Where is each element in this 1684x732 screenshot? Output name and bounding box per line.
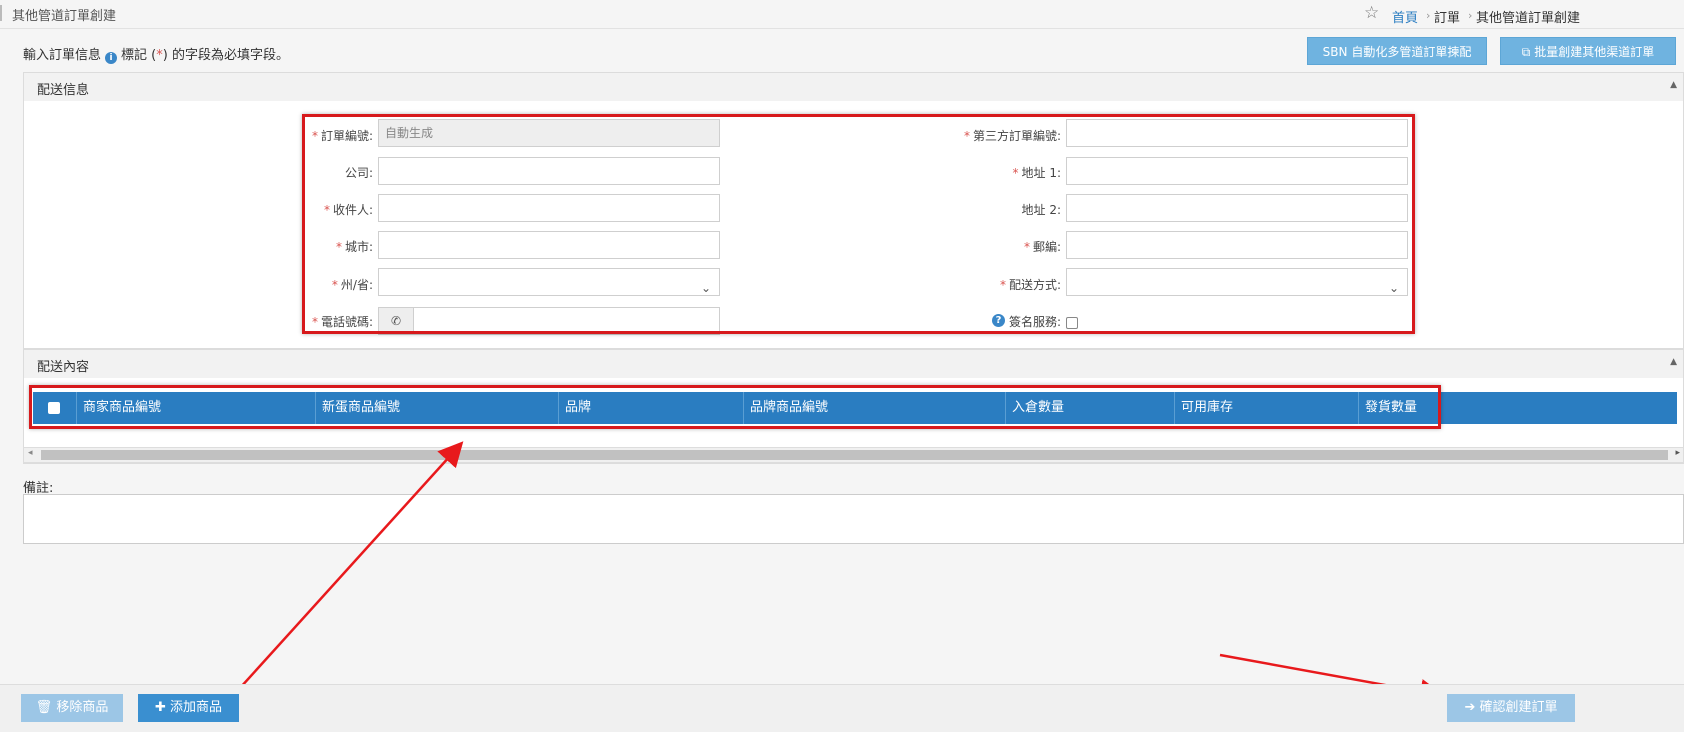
annotation-arrow-table xyxy=(239,441,464,689)
arrow-right-icon: ➔ xyxy=(1464,700,1480,715)
bottom-action-bar: 🗑 移除商品 ✚ 添加商品 ➔ 確認創建訂單 xyxy=(0,684,1684,732)
remove-item-label: 移除商品 xyxy=(56,700,109,715)
add-item-button[interactable]: ✚ 添加商品 xyxy=(138,694,239,722)
remove-item-button[interactable]: 🗑 移除商品 xyxy=(21,694,123,722)
confirm-label: 確認創建訂單 xyxy=(1479,700,1558,715)
confirm-create-order-button[interactable]: ➔ 確認創建訂單 xyxy=(1447,694,1575,722)
trash-icon: 🗑 xyxy=(35,700,57,715)
add-item-label: 添加商品 xyxy=(170,700,223,715)
plus-icon: ✚ xyxy=(154,700,170,715)
annotation-arrows xyxy=(239,441,1445,704)
